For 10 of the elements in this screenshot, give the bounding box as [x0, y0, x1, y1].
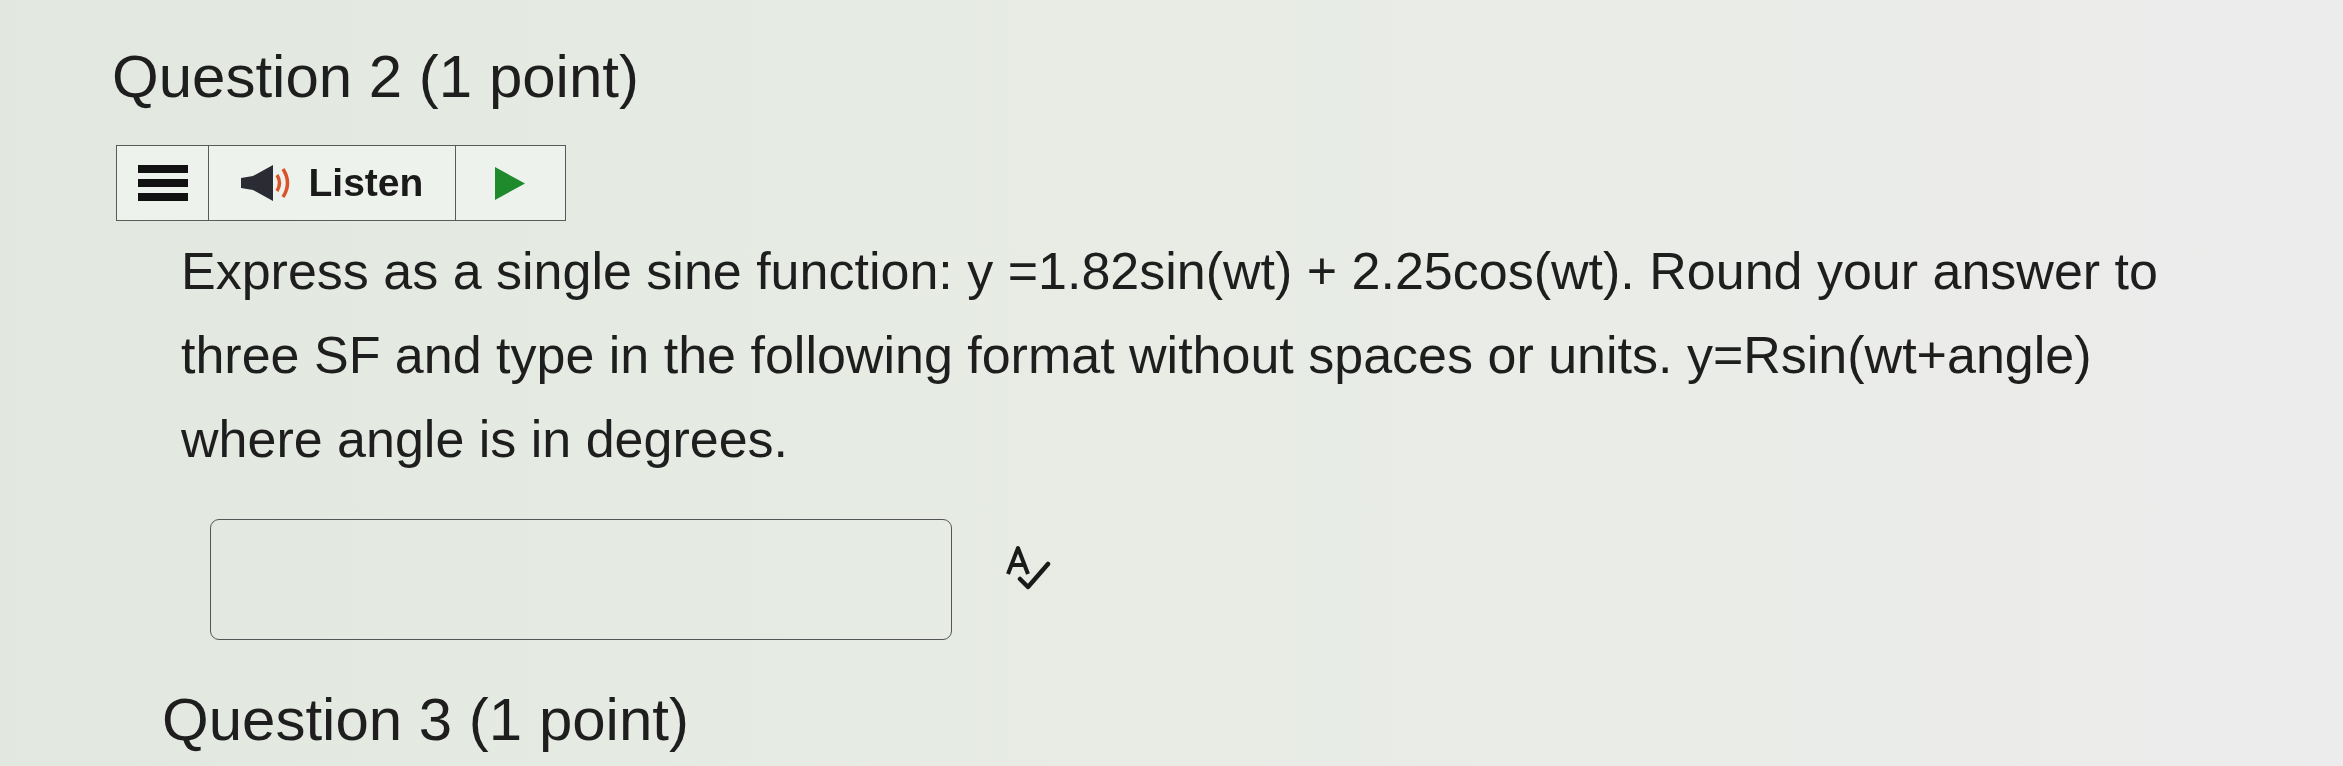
answer-field[interactable]: [210, 519, 952, 640]
question-text: Express as a single sine function: y =1.82sin(wt) + 2.25cos(wt). Round your answer to three SF and type in the following format without spaces or units. y=Rsin(wt+angle) where angle is in degrees.: [181, 241, 2159, 470]
question-title: Question 3 (1 point): [162, 685, 689, 755]
menu-button[interactable]: [116, 145, 209, 221]
spellcheck-icon[interactable]: [1005, 545, 1051, 591]
play-button[interactable]: [454, 145, 566, 221]
question-title: Question 2 (1 point): [112, 42, 639, 112]
listen-button[interactable]: Listen: [207, 145, 457, 221]
play-icon: [495, 166, 526, 200]
menu-icon: [137, 165, 188, 201]
